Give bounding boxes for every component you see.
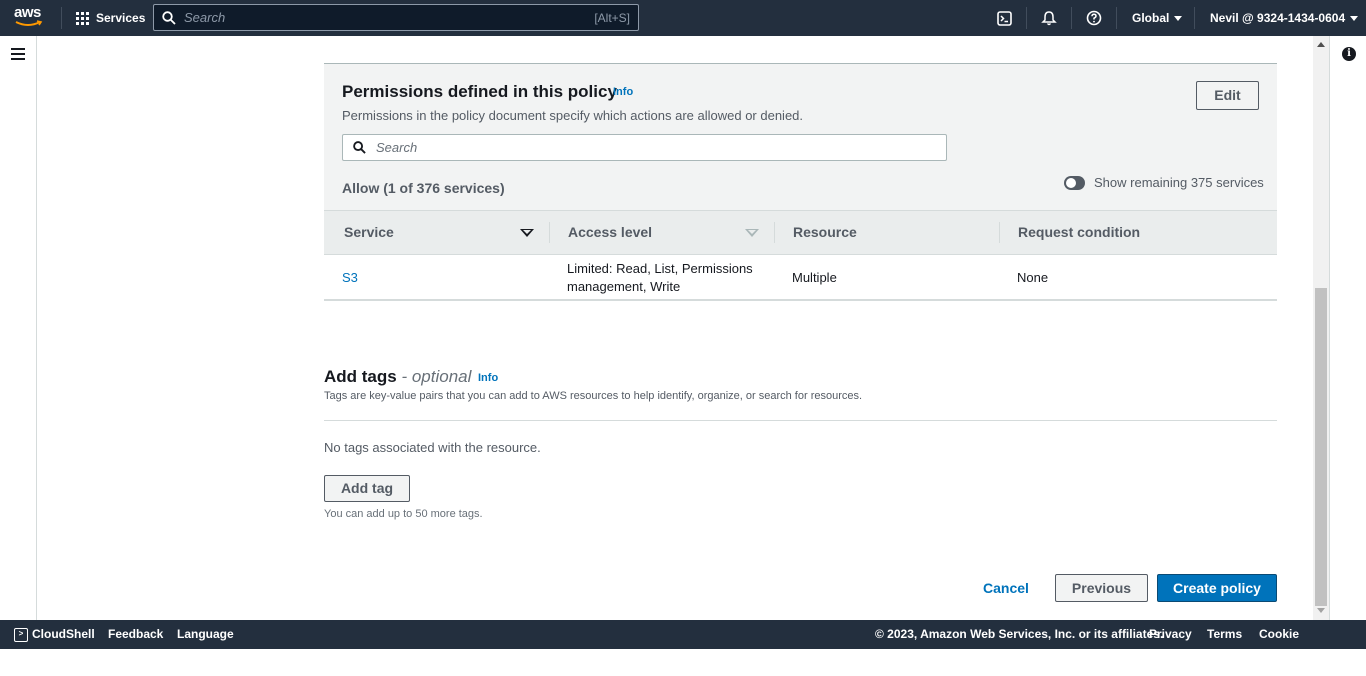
services-label: Services [96,11,146,25]
left-navigation-rail [0,36,37,620]
permissions-description: Permissions in the policy document speci… [342,108,804,123]
cloudshell-icon: > [14,627,28,642]
search-shortcut-hint: [Alt+S] [594,10,630,25]
column-header-resource: Resource [793,224,857,240]
nav-divider [1026,7,1027,29]
region-label: Global [1132,11,1170,25]
resource-cell: Multiple [792,270,837,285]
divider [324,420,1277,421]
column-header-request-condition: Request condition [1018,224,1141,240]
toggle-switch-icon [1064,175,1085,190]
menu-icon[interactable] [11,48,25,63]
help-icon[interactable] [1084,8,1104,28]
tags-limit-hint: You can add up to 50 more tags. [324,508,483,520]
aws-logo[interactable]: aws [14,4,46,30]
access-level-line: Limited: Read, List, Permissions [567,261,753,276]
tags-title-text: Add tags [324,367,397,386]
global-search-placeholder: Search [184,10,226,25]
footer-bar: > CloudShell Feedback Language © 2023, Am… [0,620,1366,669]
footer-terms-link[interactable]: Terms [1207,620,1242,649]
sort-icon-inner [748,230,756,234]
nav-divider [1194,7,1195,29]
region-selector[interactable]: Global [1132,0,1183,36]
search-icon [353,141,366,154]
cancel-button[interactable]: Cancel [970,574,1042,602]
tags-info-link[interactable]: Info [478,372,498,384]
cloudshell-icon[interactable] [994,8,1014,28]
footer-cloudshell-link[interactable]: > CloudShell [14,620,95,649]
footer-feedback-link[interactable]: Feedback [108,620,163,649]
tags-description: Tags are key-value pairs that you can ad… [324,390,863,402]
sort-icon-inner [523,230,531,234]
scrollbar-thumb[interactable] [1315,288,1327,606]
column-header-service[interactable]: Service [344,211,394,254]
bell-icon[interactable] [1039,8,1059,28]
right-tools-rail: i [1329,36,1366,620]
scroll-up-arrow-icon[interactable] [1317,42,1325,47]
permissions-search-input[interactable]: Search [342,134,947,161]
show-remaining-label: Show remaining 375 services [1094,175,1264,190]
previous-button[interactable]: Previous [1055,574,1148,602]
no-tags-message: No tags associated with the resource. [324,440,541,455]
aws-smile-icon [15,20,43,26]
footer-cookie-preferences-link[interactable]: Cookie preferences [1259,620,1366,669]
footer-cloudshell-label: CloudShell [32,627,95,641]
permissions-title: Permissions defined in this policy [342,82,617,101]
top-navigation-bar: aws Services Search [Alt+S] Global Nevil… [0,0,1366,36]
permissions-search-placeholder: Search [376,140,418,155]
nav-divider [61,7,62,29]
create-policy-button[interactable]: Create policy [1157,574,1277,602]
column-divider [999,222,1000,243]
edit-button[interactable]: Edit [1196,81,1259,110]
permissions-info-link[interactable]: Info [613,86,633,98]
table-row: S3 Limited: Read, List, Permissions mana… [324,255,1277,301]
account-menu[interactable]: Nevil @ 9324-1434-0604 [1210,0,1359,36]
request-condition-cell: None [1017,270,1049,285]
page-scrollbar[interactable] [1313,36,1329,620]
column-divider [549,222,550,243]
access-level-line: management, Write [567,279,681,294]
tags-optional-label: - optional [401,367,472,386]
account-label: Nevil @ 9324-1434-0604 [1210,11,1346,25]
services-menu-button[interactable]: Services [76,0,145,36]
permissions-panel: Permissions defined in this policy Info … [324,63,1277,301]
chevron-down-icon [1350,15,1359,21]
footer-privacy-link[interactable]: Privacy [1149,620,1192,649]
nav-divider [1116,7,1117,29]
aws-logo-text: aws [14,4,41,21]
access-level-cell: Limited: Read, List, Permissions managem… [567,260,753,296]
allow-services-count: Allow (1 of 376 services) [342,180,505,196]
column-header-access-level[interactable]: Access level [568,211,652,254]
info-panel-icon[interactable]: i [1342,47,1356,61]
permissions-header: Permissions defined in this policy Info … [324,64,1277,210]
footer-language-link[interactable]: Language [177,620,234,649]
nav-divider [1071,7,1072,29]
chevron-down-icon [1174,15,1183,21]
search-icon [162,10,176,25]
footer-copyright: © 2023, Amazon Web Services, Inc. or its… [875,627,1164,641]
show-remaining-toggle[interactable]: Show remaining 375 services [1064,175,1264,190]
add-tag-button[interactable]: Add tag [324,475,410,502]
tags-title: Add tags - optional [324,367,471,387]
global-search-input[interactable]: Search [Alt+S] [153,4,639,31]
column-divider [774,222,775,243]
scroll-down-arrow-icon[interactable] [1317,608,1325,613]
services-grid-icon [76,11,89,25]
service-link-s3[interactable]: S3 [342,270,358,285]
table-header: Service Access level Resource Request co… [324,210,1277,255]
